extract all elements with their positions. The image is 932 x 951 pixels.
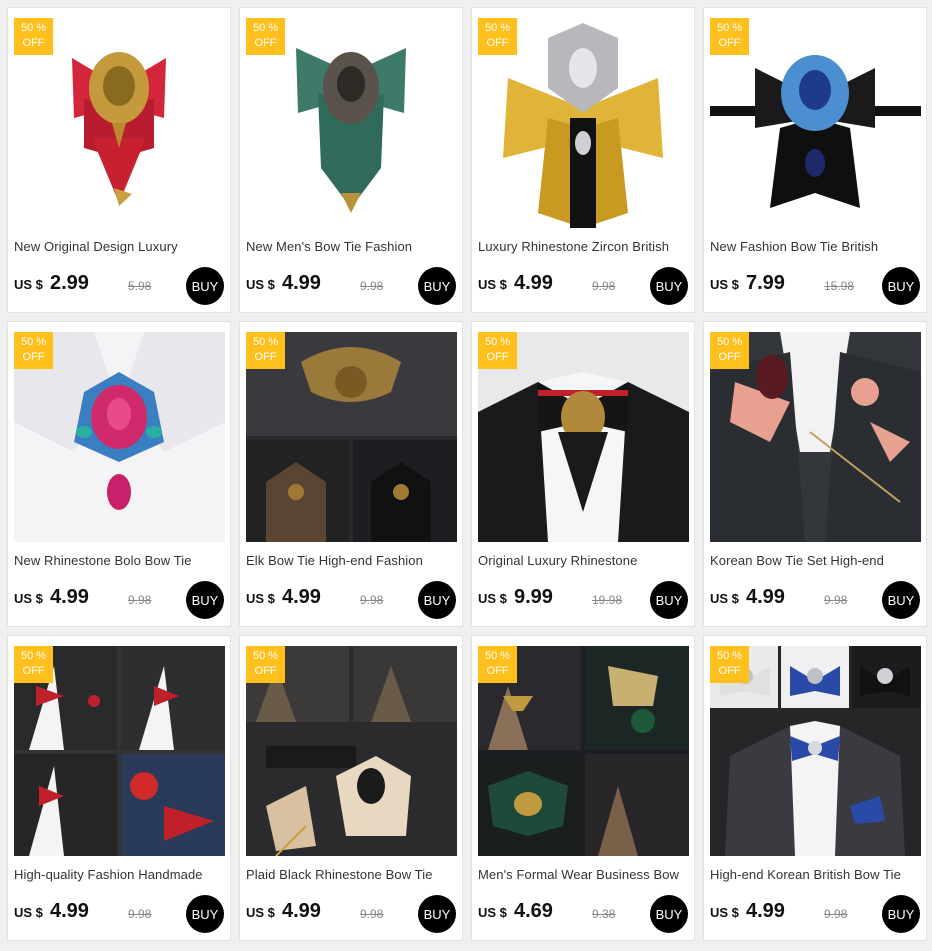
price-row: US $ 4.99 9.98 <box>246 272 446 295</box>
discount-badge: 50 % OFF <box>14 18 53 55</box>
price-row: US $ 7.99 15.98 <box>710 272 910 295</box>
buy-button[interactable]: BUY <box>186 581 224 619</box>
product-card[interactable]: 50 % OFF High-quality Fashion Handmade US… <box>7 635 231 941</box>
product-card[interactable]: 50 % OFF Luxury Rhinestone Zircon British… <box>471 7 695 313</box>
discount-badge: 50 % OFF <box>710 646 749 683</box>
discount-badge: 50 % OFF <box>246 646 285 683</box>
currency-label: US $ <box>478 277 507 292</box>
product-title[interactable]: New Original Design Luxury <box>14 239 226 254</box>
price-row: US $ 4.69 9.38 <box>478 900 678 923</box>
price-row: US $ 4.99 9.98 <box>710 900 910 923</box>
price-row: US $ 9.99 19.98 <box>478 586 678 609</box>
product-card[interactable]: 50 % OFF High-end Korean British Bow Tie … <box>703 635 927 941</box>
price-row: US $ 4.99 9.98 <box>14 586 214 609</box>
original-price: 9.98 <box>128 593 152 607</box>
product-card[interactable]: 50 % OFF Original Luxury Rhinestone US $ … <box>471 321 695 627</box>
price-row: US $ 4.99 9.98 <box>710 586 910 609</box>
original-price: 5.98 <box>128 279 152 293</box>
buy-button[interactable]: BUY <box>650 581 688 619</box>
original-price: 9.38 <box>592 907 616 921</box>
product-card[interactable]: 50 % OFF Korean Bow Tie Set High-end US $… <box>703 321 927 627</box>
product-price: 4.99 <box>50 900 89 922</box>
buy-button[interactable]: BUY <box>186 267 224 305</box>
product-price: 4.99 <box>282 272 321 294</box>
product-title[interactable]: Plaid Black Rhinestone Bow Tie <box>246 867 458 882</box>
original-price: 9.98 <box>360 593 384 607</box>
product-price: 4.99 <box>50 586 89 608</box>
original-price: 9.98 <box>824 593 848 607</box>
currency-label: US $ <box>478 591 507 606</box>
product-card[interactable]: 50 % OFF New Men's Bow Tie Fashion US $ 4… <box>239 7 463 313</box>
buy-button[interactable]: BUY <box>418 581 456 619</box>
product-card[interactable]: 50 % OFF Elk Bow Tie High-end Fashion US … <box>239 321 463 627</box>
discount-badge: 50 % OFF <box>478 646 517 683</box>
discount-badge: 50 % OFF <box>246 332 285 369</box>
original-price: 9.98 <box>128 907 152 921</box>
original-price: 19.98 <box>592 593 623 607</box>
original-price: 9.98 <box>360 907 384 921</box>
buy-button[interactable]: BUY <box>650 267 688 305</box>
currency-label: US $ <box>14 905 43 920</box>
product-card[interactable]: 50 % OFF Men's Formal Wear Business Bow U… <box>471 635 695 941</box>
price-row: US $ 4.99 9.98 <box>246 586 446 609</box>
discount-badge: 50 % OFF <box>478 332 517 369</box>
discount-badge: 50 % OFF <box>710 18 749 55</box>
buy-button[interactable]: BUY <box>882 267 920 305</box>
product-title[interactable]: Luxury Rhinestone Zircon British <box>478 239 690 254</box>
buy-button[interactable]: BUY <box>882 895 920 933</box>
product-card[interactable]: 50 % OFF New Original Design Luxury US $ … <box>7 7 231 313</box>
currency-label: US $ <box>710 277 739 292</box>
original-price: 9.98 <box>824 907 848 921</box>
product-price: 4.69 <box>514 900 553 922</box>
product-title[interactable]: New Fashion Bow Tie British <box>710 239 922 254</box>
currency-label: US $ <box>710 591 739 606</box>
product-title[interactable]: High-quality Fashion Handmade <box>14 867 226 882</box>
discount-badge: 50 % OFF <box>478 18 517 55</box>
buy-button[interactable]: BUY <box>882 581 920 619</box>
buy-button[interactable]: BUY <box>186 895 224 933</box>
discount-badge: 50 % OFF <box>246 18 285 55</box>
product-title[interactable]: Men's Formal Wear Business Bow <box>478 867 690 882</box>
product-grid: 50 % OFF New Original Design Luxury US $ … <box>7 7 927 941</box>
price-row: US $ 4.99 9.98 <box>246 900 446 923</box>
currency-label: US $ <box>478 905 507 920</box>
original-price: 9.98 <box>360 279 384 293</box>
buy-button[interactable]: BUY <box>418 895 456 933</box>
discount-badge: 50 % OFF <box>710 332 749 369</box>
price-row: US $ 2.99 5.98 <box>14 272 214 295</box>
original-price: 15.98 <box>824 279 855 293</box>
product-title[interactable]: Korean Bow Tie Set High-end <box>710 553 922 568</box>
product-card[interactable]: 50 % OFF New Fashion Bow Tie British US $… <box>703 7 927 313</box>
discount-badge: 50 % OFF <box>14 332 53 369</box>
product-price: 4.99 <box>514 272 553 294</box>
price-row: US $ 4.99 9.98 <box>478 272 678 295</box>
product-card[interactable]: 50 % OFF Plaid Black Rhinestone Bow Tie U… <box>239 635 463 941</box>
currency-label: US $ <box>246 591 275 606</box>
product-price: 4.99 <box>282 586 321 608</box>
product-title[interactable]: New Rhinestone Bolo Bow Tie <box>14 553 226 568</box>
product-price: 7.99 <box>746 272 785 294</box>
buy-button[interactable]: BUY <box>418 267 456 305</box>
price-row: US $ 4.99 9.98 <box>14 900 214 923</box>
product-price: 9.99 <box>514 586 553 608</box>
product-title[interactable]: Original Luxury Rhinestone <box>478 553 690 568</box>
product-price: 2.99 <box>50 272 89 294</box>
currency-label: US $ <box>14 591 43 606</box>
product-price: 4.99 <box>746 900 785 922</box>
currency-label: US $ <box>14 277 43 292</box>
currency-label: US $ <box>710 905 739 920</box>
product-card[interactable]: 50 % OFF New Rhinestone Bolo Bow Tie US $… <box>7 321 231 627</box>
original-price: 9.98 <box>592 279 616 293</box>
buy-button[interactable]: BUY <box>650 895 688 933</box>
product-title[interactable]: Elk Bow Tie High-end Fashion <box>246 553 458 568</box>
product-price: 4.99 <box>282 900 321 922</box>
discount-badge: 50 % OFF <box>14 646 53 683</box>
currency-label: US $ <box>246 277 275 292</box>
product-price: 4.99 <box>746 586 785 608</box>
product-title[interactable]: New Men's Bow Tie Fashion <box>246 239 458 254</box>
currency-label: US $ <box>246 905 275 920</box>
product-title[interactable]: High-end Korean British Bow Tie <box>710 867 922 882</box>
